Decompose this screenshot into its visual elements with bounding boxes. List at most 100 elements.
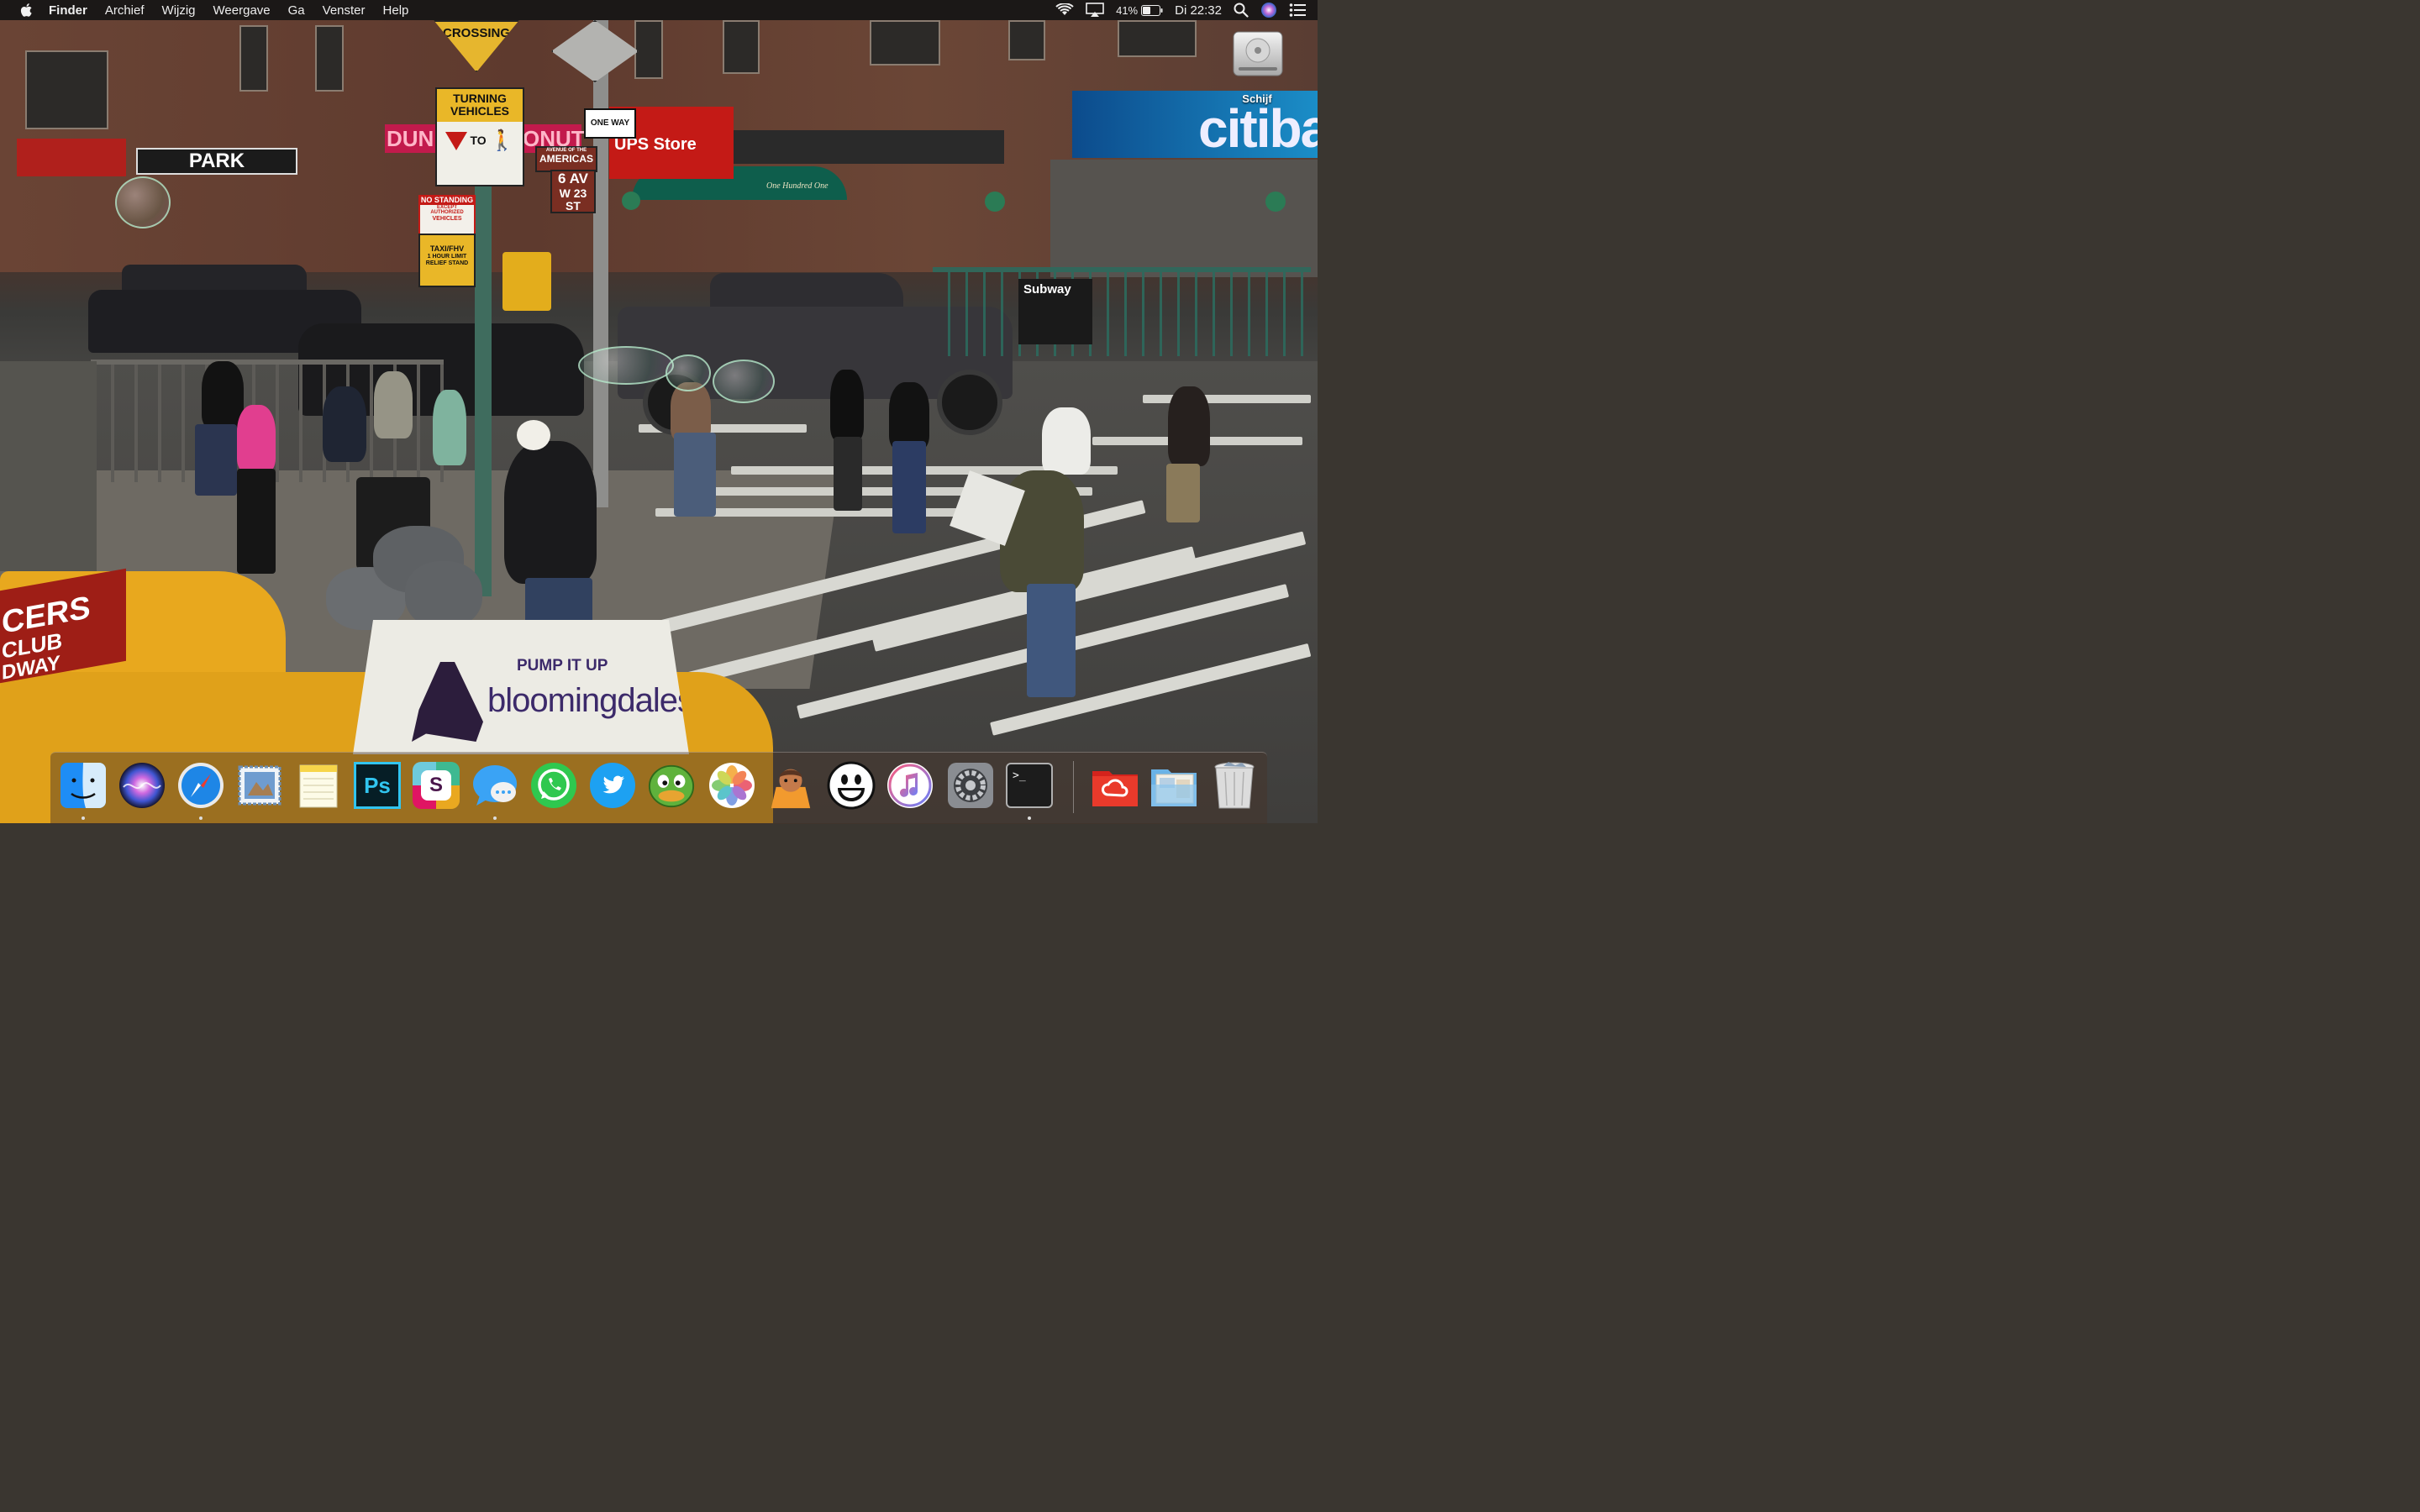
dock-safari[interactable]: [176, 761, 225, 810]
whatsapp-icon: [531, 763, 576, 808]
menu-clock[interactable]: Di 22:32: [1175, 3, 1222, 18]
crosswalk-stripe: [1143, 395, 1311, 403]
safari-icon: [178, 763, 224, 808]
finder-icon: [60, 763, 106, 808]
twitter-icon: [590, 763, 635, 808]
pedestrian: [237, 469, 276, 574]
notification-center-icon[interactable]: [1289, 3, 1306, 18]
dock-trash[interactable]: [1210, 761, 1259, 810]
pedestrian: [433, 390, 466, 465]
menu-help[interactable]: Help: [383, 3, 409, 18]
dock-mail[interactable]: [235, 761, 284, 810]
dock-notes[interactable]: [294, 761, 343, 810]
dock-messages[interactable]: [471, 761, 519, 810]
americas-text: AMERICAS: [539, 152, 593, 165]
sign-pole: [475, 168, 492, 596]
except-text: EXCEPT AUTHORIZED: [430, 204, 464, 216]
dock-whatsapp[interactable]: [529, 761, 578, 810]
dock-photoshop[interactable]: Ps: [353, 761, 402, 810]
dock-siri[interactable]: [118, 761, 166, 810]
hard-disk-label[interactable]: Schijf: [1223, 92, 1291, 105]
battery-percent: 41%: [1116, 3, 1139, 17]
building-window: [315, 25, 344, 92]
dock-system-preferences[interactable]: [946, 761, 995, 810]
dock-itunes[interactable]: [886, 761, 934, 810]
wifi-icon[interactable]: [1055, 3, 1074, 17]
dock-terminal[interactable]: >_: [1005, 761, 1054, 810]
taxi-top-sign: PUMP IT UP bloomingdales: [353, 620, 689, 754]
dock-downloads-folder[interactable]: [1150, 761, 1198, 810]
pedestrian: [889, 382, 929, 449]
soap-bubble: [578, 346, 674, 385]
pedestrian: [323, 386, 366, 462]
dock-running-indicator: [82, 816, 85, 820]
building-window: [25, 50, 108, 129]
bank-facade: [1050, 160, 1318, 277]
pedestrian-icon: 🚶: [489, 129, 515, 152]
menu-app-finder[interactable]: Finder: [49, 3, 87, 18]
pedestrian: [1027, 584, 1076, 697]
battery-indicator[interactable]: 41%: [1116, 4, 1163, 17]
menu-archief[interactable]: Archief: [105, 3, 145, 18]
dock-twitter[interactable]: [588, 761, 637, 810]
garbage-bag: [405, 561, 482, 628]
airplay-icon[interactable]: [1086, 3, 1104, 18]
one-way-sign: ONE WAY: [584, 108, 636, 139]
menu-weergave[interactable]: Weergave: [213, 3, 271, 18]
pump-it-up-text: PUMP IT UP: [517, 657, 608, 675]
red-awning: [17, 139, 126, 176]
soap-bubble: [713, 360, 775, 403]
menu-ga[interactable]: Ga: [288, 3, 305, 18]
menu-venster[interactable]: Venster: [323, 3, 366, 18]
street-name-sign: 6 AV W 23 ST: [550, 170, 596, 213]
battery-icon: [1141, 4, 1163, 16]
pedestrian-signal: [502, 252, 551, 311]
dunkin-sign: DUNI: [385, 124, 440, 153]
street-st-text: W 23 ST: [559, 186, 587, 213]
subway-railing: [933, 267, 1311, 356]
dock-finder[interactable]: [59, 761, 108, 810]
dock-running-indicator: [493, 816, 497, 820]
pedestrian: [1042, 407, 1091, 475]
building-window: [634, 20, 663, 79]
notes-icon: [299, 764, 338, 808]
dock-emoji-app[interactable]: [827, 761, 876, 810]
photos-icon: [709, 763, 755, 808]
spotlight-search-icon[interactable]: [1234, 3, 1249, 18]
park-sign: PARK: [136, 148, 297, 175]
dock-cyberduck[interactable]: [647, 761, 696, 810]
smiley-icon: [827, 761, 876, 810]
pedestrian: [830, 370, 864, 441]
siri-icon: [119, 763, 165, 808]
creative-cloud-folder-icon: [1092, 771, 1138, 806]
dock-running-indicator: [199, 816, 203, 820]
menu-bar: Finder Archief Wijzig Weergave Ga Venste…: [0, 0, 1318, 20]
dock-separator: [1073, 761, 1074, 813]
hard-disk-icon[interactable]: [1232, 29, 1284, 79]
menu-wijzig[interactable]: Wijzig: [162, 3, 196, 18]
soap-bubble: [666, 354, 711, 391]
yield-icon: [445, 131, 467, 150]
light-pole: [593, 20, 608, 507]
awning-text: One Hundred One: [766, 181, 829, 191]
pedestrian: [195, 424, 237, 496]
apple-menu-icon[interactable]: [18, 3, 34, 18]
building-window: [239, 25, 268, 92]
dock-photos[interactable]: [708, 761, 756, 810]
pedestrian: [202, 361, 244, 428]
dock-slack[interactable]: S: [412, 761, 460, 810]
status-area: 41% Di 22:32: [1055, 0, 1318, 20]
dock-creative-cloud-folder[interactable]: [1091, 761, 1139, 810]
siri-menu-icon[interactable]: [1260, 2, 1277, 18]
dock-contacts[interactable]: [766, 761, 815, 810]
no-standing-sign: NO STANDING EXCEPT AUTHORIZED VEHICLES: [418, 195, 476, 235]
mail-icon: [238, 765, 281, 806]
white-cap: [517, 420, 550, 450]
downloads-folder-icon: [1151, 769, 1197, 806]
vehicles-text: VEHICLES: [450, 104, 509, 118]
messages-icon: [473, 765, 517, 806]
kiosk: [0, 361, 97, 571]
turning-vehicles-sign: TURNING VEHICLES TO 🚶: [435, 87, 524, 186]
taxi-text: TAXI/FHV: [429, 244, 465, 253]
pedestrian: [1166, 464, 1200, 522]
